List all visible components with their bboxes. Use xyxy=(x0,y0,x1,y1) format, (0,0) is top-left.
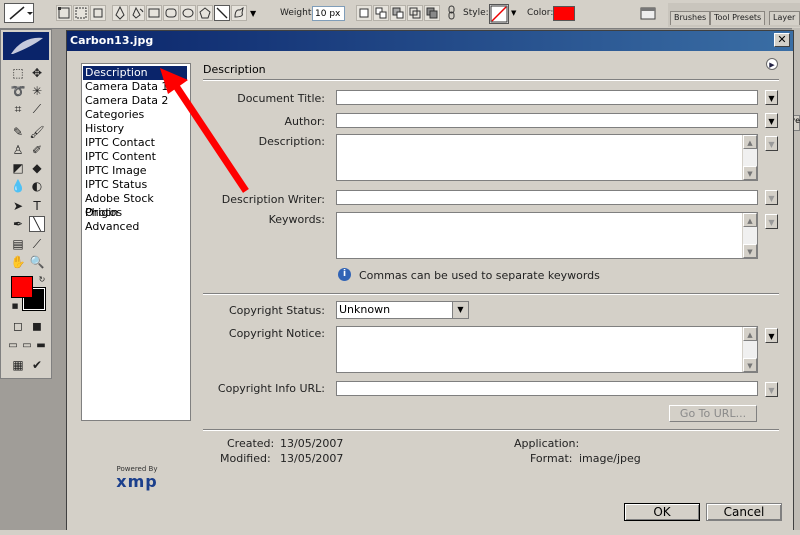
status-bar xyxy=(0,530,800,535)
annotation-arrow-shaft xyxy=(171,81,249,193)
annotation-arrow-head xyxy=(160,68,188,94)
foreground-color-swatch[interactable] xyxy=(11,276,33,298)
annotation-arrow xyxy=(160,68,249,193)
